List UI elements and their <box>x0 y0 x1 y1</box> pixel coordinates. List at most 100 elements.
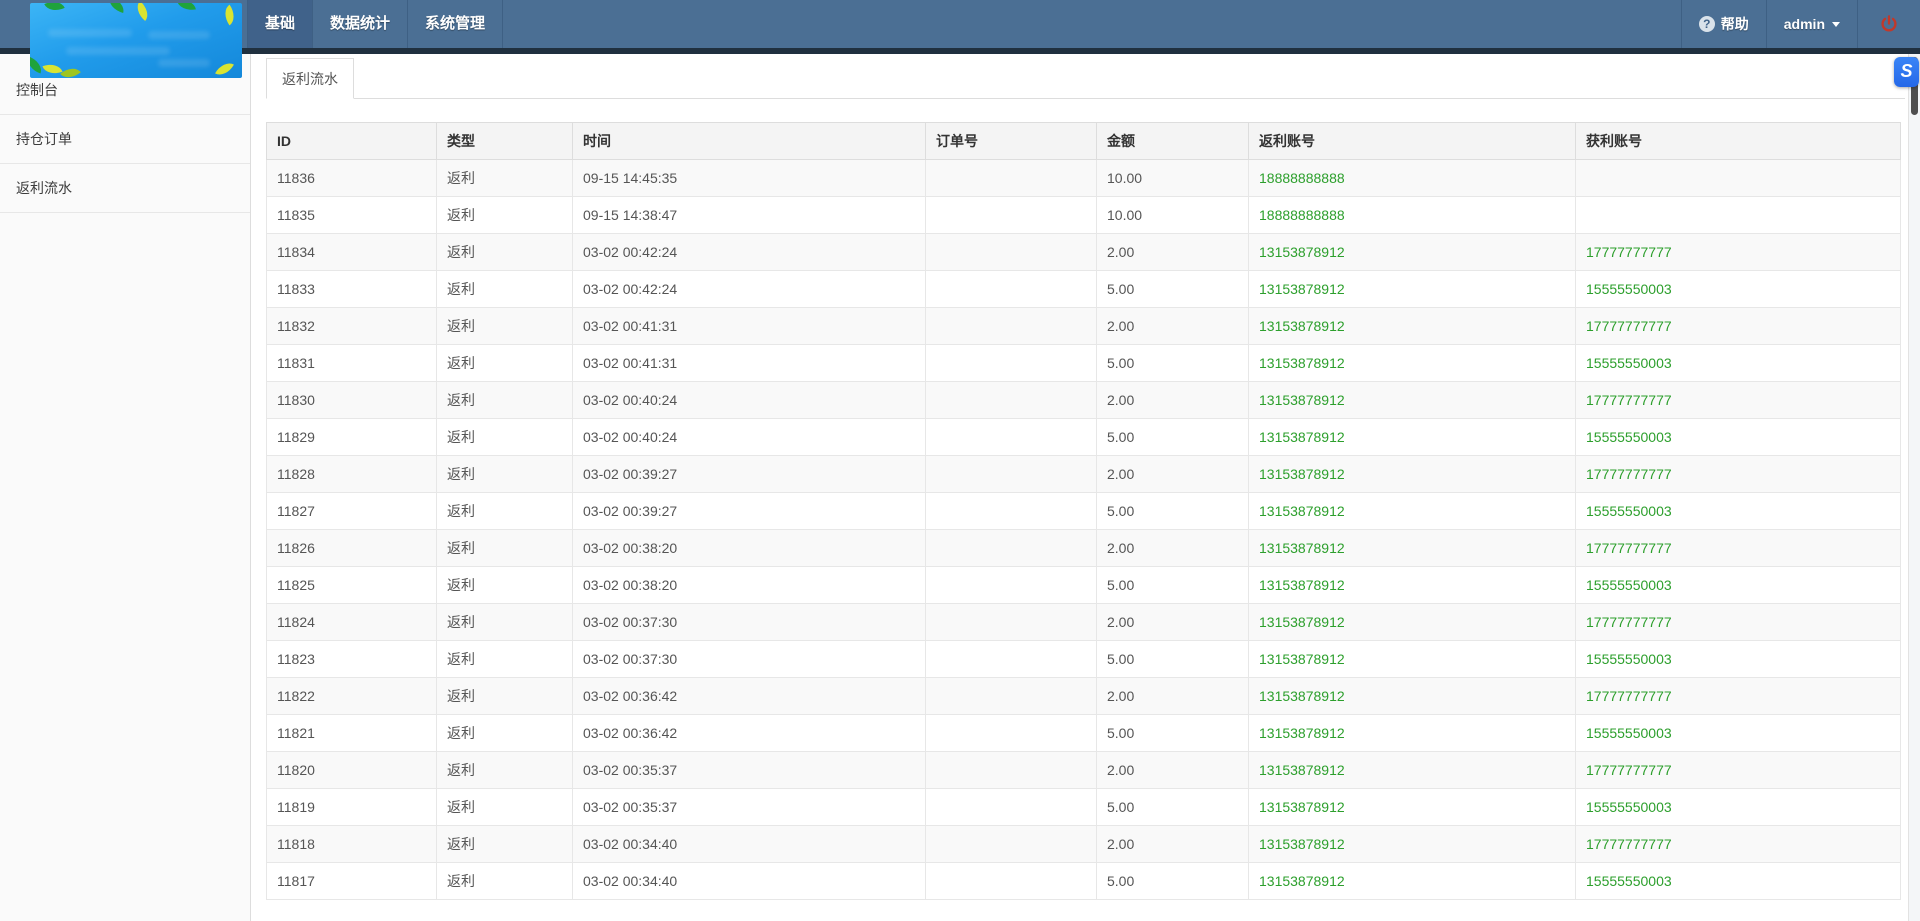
account-cell: 17777777777 <box>1576 752 1901 789</box>
sidebar-item-rebate-flow[interactable]: 返利流水 <box>0 164 250 213</box>
account-link[interactable]: 15555550003 <box>1586 281 1672 297</box>
user-dropdown[interactable]: admin <box>1766 0 1857 48</box>
leaf-icon <box>177 3 196 12</box>
account-link[interactable]: 15555550003 <box>1586 503 1672 519</box>
top-navbar: 基础 数据统计 系统管理 ? 帮助 admin <box>0 0 1920 54</box>
table-cell: 03-02 00:37:30 <box>573 604 926 641</box>
table-cell: 返利 <box>437 160 573 197</box>
account-link[interactable]: 15555550003 <box>1586 651 1672 667</box>
account-link[interactable]: 15555550003 <box>1586 577 1672 593</box>
account-link[interactable]: 15555550003 <box>1586 355 1672 371</box>
tab-rebate-flow[interactable]: 返利流水 <box>266 58 354 99</box>
account-link[interactable]: 15555550003 <box>1586 725 1672 741</box>
table-cell: 返利 <box>437 530 573 567</box>
account-cell: 13153878912 <box>1249 789 1576 826</box>
account-cell: 13153878912 <box>1249 567 1576 604</box>
help-button[interactable]: ? 帮助 <box>1681 0 1766 48</box>
account-link[interactable]: 13153878912 <box>1259 873 1345 889</box>
table-cell: 03-02 00:35:37 <box>573 752 926 789</box>
account-link[interactable]: 17777777777 <box>1586 614 1672 630</box>
menu-item-system-manage[interactable]: 系统管理 <box>407 0 503 48</box>
table-cell: 11832 <box>267 308 437 345</box>
account-link[interactable]: 13153878912 <box>1259 429 1345 445</box>
table-cell <box>926 604 1097 641</box>
table-cell: 2.00 <box>1097 604 1249 641</box>
table-row: 11824返利03-02 00:37:302.00131538789121777… <box>267 604 1901 641</box>
account-cell: 18888888888 <box>1249 197 1576 234</box>
account-link[interactable]: 13153878912 <box>1259 355 1345 371</box>
column-header: 返利账号 <box>1249 123 1576 160</box>
table-cell <box>926 530 1097 567</box>
table-cell <box>926 419 1097 456</box>
table-cell <box>1576 197 1901 234</box>
account-link[interactable]: 13153878912 <box>1259 688 1345 704</box>
account-link[interactable]: 13153878912 <box>1259 503 1345 519</box>
table-row: 11823返利03-02 00:37:305.00131538789121555… <box>267 641 1901 678</box>
logout-button[interactable] <box>1857 0 1920 48</box>
table-cell: 11822 <box>267 678 437 715</box>
table-cell: 返利 <box>437 715 573 752</box>
account-link[interactable]: 13153878912 <box>1259 244 1345 260</box>
floating-extension-icon[interactable]: S <box>1894 57 1919 87</box>
table-row: 11822返利03-02 00:36:422.00131538789121777… <box>267 678 1901 715</box>
account-link[interactable]: 15555550003 <box>1586 799 1672 815</box>
table-cell <box>926 160 1097 197</box>
account-link[interactable]: 15555550003 <box>1586 873 1672 889</box>
account-link[interactable]: 13153878912 <box>1259 762 1345 778</box>
table-cell: 返利 <box>437 752 573 789</box>
account-link[interactable]: 18888888888 <box>1259 170 1345 186</box>
column-header: 订单号 <box>926 123 1097 160</box>
table-cell <box>1576 160 1901 197</box>
account-link[interactable]: 13153878912 <box>1259 318 1345 334</box>
account-link[interactable]: 13153878912 <box>1259 540 1345 556</box>
site-logo[interactable] <box>30 3 242 78</box>
account-link[interactable]: 13153878912 <box>1259 836 1345 852</box>
table-row: 11828返利03-02 00:39:272.00131538789121777… <box>267 456 1901 493</box>
table-row: 11827返利03-02 00:39:275.00131538789121555… <box>267 493 1901 530</box>
column-header: 类型 <box>437 123 573 160</box>
table-cell: 09-15 14:45:35 <box>573 160 926 197</box>
menu-item-data-stats[interactable]: 数据统计 <box>312 0 407 48</box>
sidebar: 控制台 持仓订单 返利流水 <box>0 54 251 921</box>
table-cell: 03-02 00:41:31 <box>573 308 926 345</box>
table-cell: 03-02 00:42:24 <box>573 271 926 308</box>
account-link[interactable]: 13153878912 <box>1259 799 1345 815</box>
account-link[interactable]: 17777777777 <box>1586 244 1672 260</box>
table-cell: 2.00 <box>1097 456 1249 493</box>
account-link[interactable]: 13153878912 <box>1259 651 1345 667</box>
sidebar-item-position-orders[interactable]: 持仓订单 <box>0 115 250 164</box>
account-link[interactable]: 18888888888 <box>1259 207 1345 223</box>
table-cell: 03-02 00:39:27 <box>573 493 926 530</box>
account-link[interactable]: 17777777777 <box>1586 688 1672 704</box>
account-link[interactable]: 17777777777 <box>1586 540 1672 556</box>
table-row: 11820返利03-02 00:35:372.00131538789121777… <box>267 752 1901 789</box>
leaf-icon <box>220 5 240 26</box>
account-link[interactable]: 17777777777 <box>1586 466 1672 482</box>
account-link[interactable]: 13153878912 <box>1259 614 1345 630</box>
table-cell: 03-02 00:41:31 <box>573 345 926 382</box>
account-link[interactable]: 15555550003 <box>1586 429 1672 445</box>
account-link[interactable]: 17777777777 <box>1586 836 1672 852</box>
account-cell: 13153878912 <box>1249 419 1576 456</box>
account-cell: 17777777777 <box>1576 826 1901 863</box>
account-link[interactable]: 13153878912 <box>1259 466 1345 482</box>
leaf-icon <box>107 3 127 13</box>
table-cell: 03-02 00:40:24 <box>573 419 926 456</box>
menu-item-basic[interactable]: 基础 <box>247 0 312 48</box>
account-link[interactable]: 13153878912 <box>1259 281 1345 297</box>
table-cell: 返利 <box>437 234 573 271</box>
account-cell: 15555550003 <box>1576 715 1901 752</box>
account-link[interactable]: 13153878912 <box>1259 392 1345 408</box>
account-link[interactable]: 17777777777 <box>1586 318 1672 334</box>
account-link[interactable]: 17777777777 <box>1586 392 1672 408</box>
account-link[interactable]: 13153878912 <box>1259 577 1345 593</box>
table-cell: 2.00 <box>1097 382 1249 419</box>
account-link[interactable]: 13153878912 <box>1259 725 1345 741</box>
table-cell: 11817 <box>267 863 437 900</box>
table-cell: 11821 <box>267 715 437 752</box>
account-cell: 15555550003 <box>1576 419 1901 456</box>
table-cell: 11834 <box>267 234 437 271</box>
table-row: 11819返利03-02 00:35:375.00131538789121555… <box>267 789 1901 826</box>
account-cell: 18888888888 <box>1249 160 1576 197</box>
account-link[interactable]: 17777777777 <box>1586 762 1672 778</box>
